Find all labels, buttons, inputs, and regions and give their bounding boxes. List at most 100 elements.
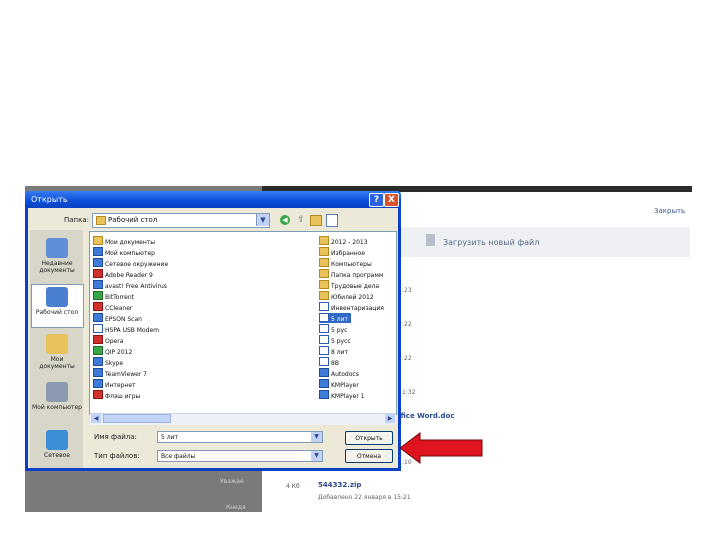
file-name-label: Имя файла: [94, 433, 137, 441]
shortcut-icon [319, 368, 329, 377]
dialog-close-button[interactable]: X [384, 193, 399, 207]
file-name-input[interactable]: 5 лит [157, 431, 323, 443]
avast-icon [93, 280, 103, 289]
folder-icon [319, 258, 329, 267]
chevron-down-icon[interactable]: ▼ [311, 432, 322, 442]
dialog-title-bar[interactable] [25, 191, 401, 208]
my-documents-icon [46, 334, 68, 354]
internet-icon [93, 379, 103, 388]
views-menu-icon[interactable] [326, 214, 338, 227]
list-item[interactable]: 8B [319, 357, 339, 367]
list-item[interactable]: Opera [93, 335, 123, 345]
file-type-dropdown[interactable]: Все файлы [157, 450, 323, 462]
place-label: Сетевое [44, 452, 70, 459]
list-item[interactable]: TeamViewer 7 [93, 368, 147, 378]
opera-icon [93, 335, 103, 344]
folder-icon [319, 236, 329, 245]
list-item[interactable]: Трудовые дела [319, 280, 379, 290]
desktop-icon [46, 287, 68, 307]
list-item[interactable]: Флэш игры [93, 390, 140, 400]
list-item[interactable]: 8 лит [319, 346, 348, 356]
new-folder-icon[interactable] [310, 215, 322, 226]
look-in-value: Рабочий стол [108, 216, 158, 224]
qip-icon [93, 346, 103, 355]
folder-icon [319, 247, 329, 256]
shortcut-icon [319, 390, 329, 399]
folder-icon [319, 269, 329, 278]
modem-icon [93, 324, 103, 333]
list-item[interactable]: Интернет [93, 379, 136, 389]
list-item[interactable]: Инвентаризация [319, 302, 384, 312]
list-item[interactable]: Избранное [319, 247, 365, 257]
place-label: Недавние документы [39, 260, 75, 274]
list-item[interactable]: Папка программ [319, 269, 383, 279]
list-item[interactable]: CCleaner [93, 302, 132, 312]
place-network[interactable]: Сетевое [32, 430, 82, 459]
list-item[interactable]: avast! Free Antivirus [93, 280, 167, 290]
network-icon [93, 258, 103, 267]
chevron-down-icon[interactable]: ▼ [311, 451, 322, 461]
cancel-button[interactable]: Отмена [345, 449, 393, 463]
list-item[interactable]: Autodocs [319, 368, 359, 378]
list-item[interactable]: Skype [93, 357, 123, 367]
scroll-thumb[interactable] [103, 414, 171, 423]
folder-icon [319, 291, 329, 300]
list-item[interactable]: Мой компьютер [93, 247, 155, 257]
ccleaner-icon [93, 302, 103, 311]
folder-icon [93, 236, 103, 245]
list-item[interactable]: Adobe Reader 9 [93, 269, 153, 279]
list-item[interactable]: HSPA USB Modem [93, 324, 159, 334]
teamviewer-icon [93, 368, 103, 377]
list-item[interactable]: QIP 2012 [93, 346, 132, 356]
document-icon [319, 324, 329, 333]
background-snippet: :22 [402, 355, 412, 362]
list-item[interactable]: Компьютеры [319, 258, 372, 268]
zip-file-link[interactable]: 544332.zip [318, 481, 361, 489]
file-list[interactable]: Мои документы Мой компьютер Сетевое окру… [89, 231, 397, 415]
list-item[interactable]: Юбилей 2012 [319, 291, 374, 301]
list-item[interactable]: 5 русс [319, 335, 351, 345]
list-item[interactable]: 5 рус [319, 324, 347, 334]
document-icon [319, 313, 329, 322]
scroll-left-icon[interactable]: ◀ [91, 414, 101, 423]
dialog-title: Открыть [31, 195, 68, 204]
background-left-label: Уважае [220, 478, 244, 485]
list-item[interactable]: BitTorrent [93, 291, 134, 301]
background-left-label: Кнедя [226, 504, 246, 511]
place-label: Рабочий стол [35, 309, 79, 316]
document-icon [319, 346, 329, 355]
list-item[interactable]: Сетевое окружение [93, 258, 168, 268]
document-icon [319, 357, 329, 366]
list-item[interactable]: KMPlayer 1 [319, 390, 365, 400]
place-my-computer[interactable]: Мой компьютер [32, 382, 82, 411]
file-size: 4 Кб [286, 483, 300, 490]
list-item[interactable]: KMPlayer [319, 379, 359, 389]
list-item[interactable]: EPSON Scan [93, 313, 142, 323]
scanner-icon [93, 313, 103, 322]
document-icon [319, 335, 329, 344]
background-snippet: 1:32 [402, 389, 416, 396]
open-button[interactable]: Открыть [345, 431, 393, 445]
background-snippet: :22 [402, 321, 412, 328]
adobe-icon [93, 269, 103, 278]
place-recent-documents[interactable]: Недавние документы [32, 238, 82, 274]
list-item-selected[interactable]: 5 лит [319, 313, 351, 323]
my-computer-icon [46, 382, 68, 402]
list-item[interactable]: Мои документы [93, 236, 155, 246]
back-icon[interactable]: ◀ [280, 215, 290, 225]
place-my-documents[interactable]: Мои документы [32, 334, 82, 370]
place-desktop[interactable]: Рабочий стол [32, 287, 82, 316]
shortcut-icon [319, 379, 329, 388]
folder-icon [319, 280, 329, 289]
place-label: Мой компьютер [32, 404, 82, 411]
upload-new-file-label[interactable]: Загрузить новый файл [443, 238, 539, 247]
background-doc-link[interactable]: ffice Word.doc [398, 412, 455, 420]
network-icon [46, 430, 68, 450]
chevron-down-icon[interactable]: ▼ [256, 214, 269, 226]
up-folder-icon[interactable]: ⇧ [296, 215, 306, 225]
close-link[interactable]: Закрыть [654, 207, 685, 215]
file-type-label: Тип файлов: [94, 452, 140, 460]
scroll-right-icon[interactable]: ▶ [385, 414, 395, 423]
help-button[interactable]: ? [369, 193, 384, 207]
list-item[interactable]: 2012 - 2013 [319, 236, 368, 246]
